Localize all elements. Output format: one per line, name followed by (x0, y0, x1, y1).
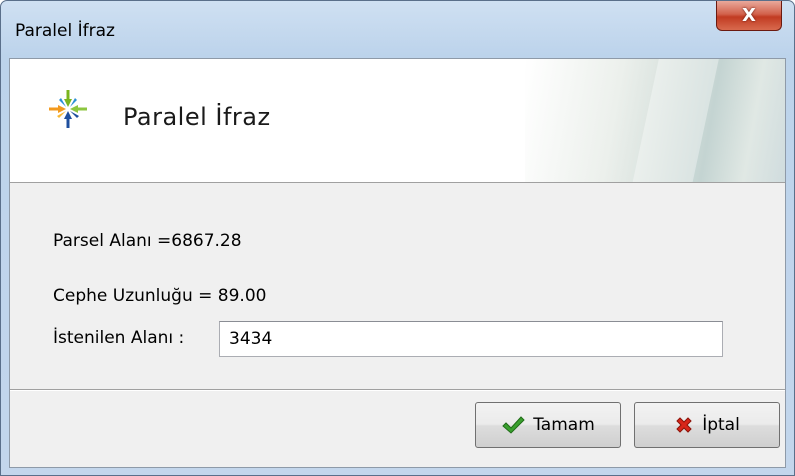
frontage-length-text: Cephe Uzunluğu = 89.00 (53, 286, 267, 306)
dialog-client-area: netcad Paralel İfraz Parsel Alanı =6867.… (9, 58, 786, 468)
close-icon: X (742, 4, 756, 26)
footer-divider (10, 389, 785, 391)
cancel-button-label: İptal (702, 415, 740, 435)
header-banner: netcad Paralel İfraz (10, 59, 785, 183)
close-button[interactable]: X (716, 1, 782, 31)
dialog-window: Paralel İfraz X netcad Paralel İfraz Par… (0, 0, 795, 476)
banner-title: Paralel İfraz (123, 103, 271, 131)
requested-area-label: İstenilen Alanı : (53, 328, 185, 348)
ok-button-label: Tamam (533, 415, 595, 435)
ok-button[interactable]: Tamam (475, 402, 621, 448)
parcel-area-text: Parsel Alanı =6867.28 (53, 231, 242, 251)
banner-background-art (525, 59, 785, 182)
red-x-icon (674, 415, 694, 435)
netcad-logo-icon (49, 90, 87, 128)
requested-area-input[interactable] (219, 321, 723, 357)
banner-watermark: netcad (780, 64, 785, 160)
cancel-button[interactable]: İptal (634, 402, 780, 448)
title-bar[interactable]: Paralel İfraz X (1, 1, 794, 57)
window-title: Paralel İfraz (15, 21, 115, 41)
checkmark-icon (501, 415, 525, 435)
